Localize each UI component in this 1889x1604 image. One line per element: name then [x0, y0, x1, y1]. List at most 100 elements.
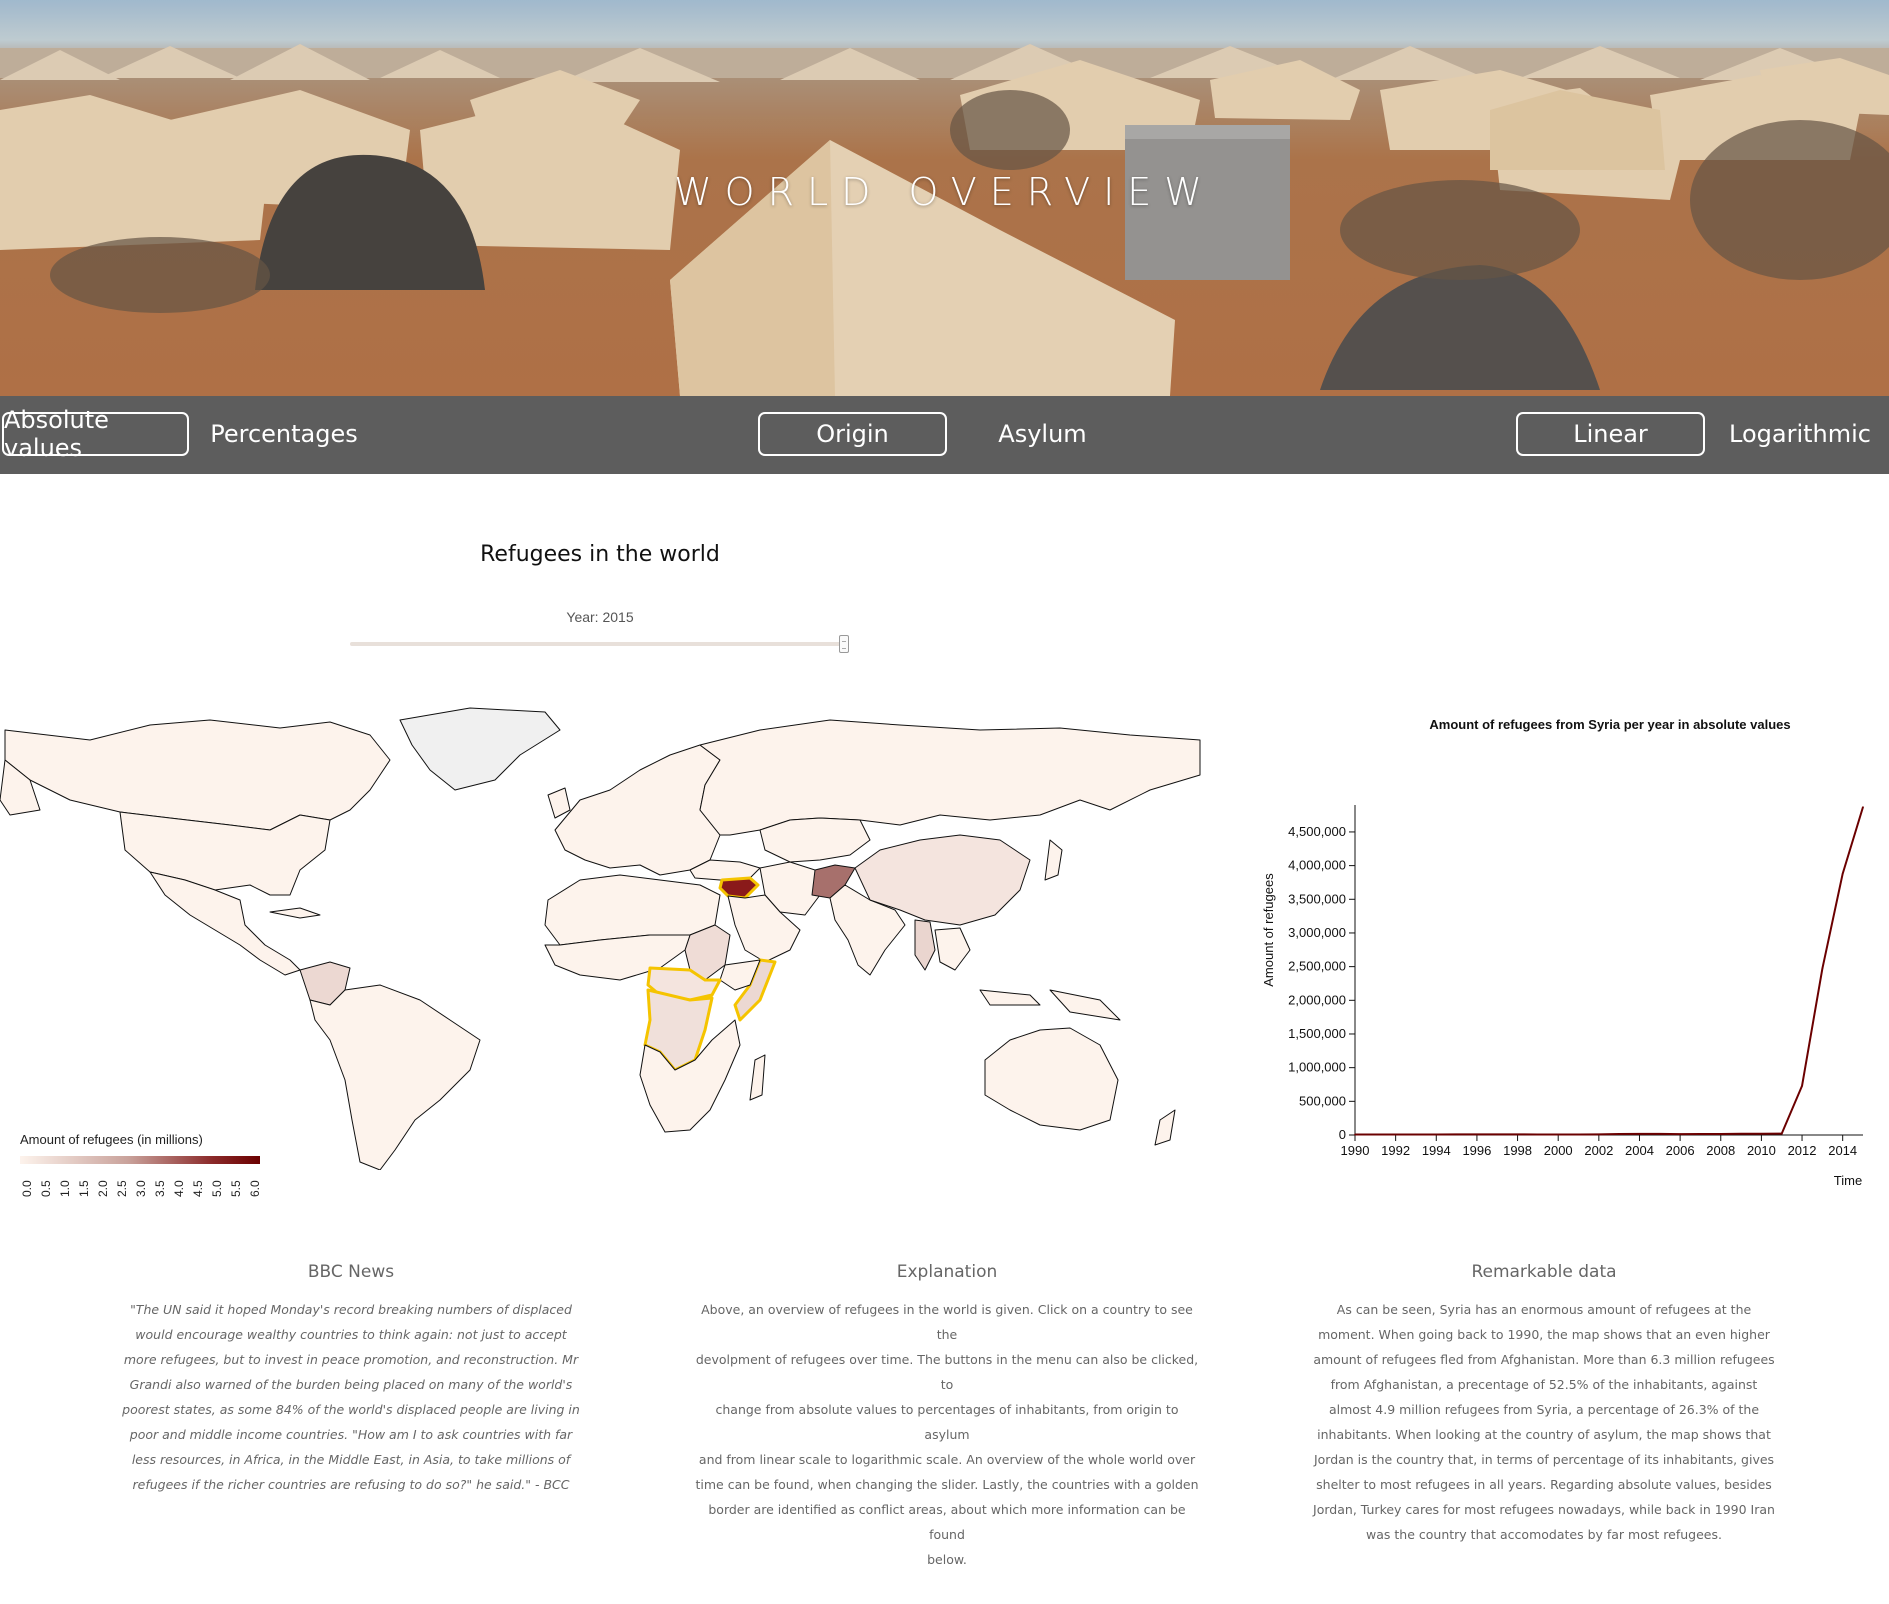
legend-tick: 2.0 [96, 1180, 110, 1197]
y-tick-label: 2,500,000 [1288, 959, 1346, 974]
world-map[interactable] [0, 700, 1210, 1170]
country-usa[interactable] [119, 811, 331, 896]
country-central-asia[interactable] [759, 817, 871, 863]
map-title: Refugees in the world [480, 542, 720, 567]
remarkable-line: amount of refugees fled from Afghanistan… [1313, 1352, 1775, 1367]
remarkable-line: almost 4.9 million refugees from Syria, … [1328, 1402, 1760, 1417]
legend-tick: 1.0 [58, 1180, 72, 1197]
x-tick-label: 2006 [1666, 1143, 1695, 1158]
explanation-line: change from absolute values to percentag… [715, 1402, 1179, 1442]
page-title: WORLD OVERVIEW [674, 170, 1215, 214]
series-point [1374, 1133, 1377, 1136]
legend-tick: 2.5 [115, 1180, 129, 1197]
y-tick-label: 3,500,000 [1288, 891, 1346, 906]
series-point [1598, 1133, 1600, 1136]
y-tick-label: 0 [1339, 1127, 1346, 1142]
remarkable-line: from Afghanistan, a precentage of 52.5% … [1330, 1377, 1758, 1392]
remarkable-line: inhabitants. When looking at the country… [1317, 1427, 1771, 1442]
explanation-heading: Explanation [896, 1262, 998, 1282]
remarkable-line: As can be seen, Syria has an enormous am… [1336, 1302, 1752, 1317]
legend-color-bar [20, 1156, 260, 1164]
country-russia[interactable] [699, 719, 1201, 836]
x-tick-label: 1996 [1462, 1143, 1491, 1158]
absolute-values-button[interactable]: Absolute values [2, 406, 189, 462]
series-point [1740, 1132, 1742, 1135]
x-tick-label: 1994 [1422, 1143, 1451, 1158]
y-tick-label: 4,000,000 [1288, 858, 1346, 873]
series-point [1760, 1132, 1763, 1135]
legend-tick: 5.0 [210, 1180, 224, 1197]
x-tick-label: 2000 [1544, 1143, 1573, 1158]
hero-banner: WORLD OVERVIEW [0, 0, 1889, 396]
origin-button[interactable]: Origin [758, 412, 947, 456]
asylum-button[interactable]: Asylum [975, 412, 1110, 456]
remarkable-line: moment. When going back to 1990, the map… [1318, 1327, 1770, 1342]
series-point [1496, 1133, 1499, 1136]
country-myanmar[interactable] [914, 919, 936, 971]
legend-tick: 0.0 [20, 1180, 34, 1197]
series-point [1557, 1133, 1559, 1136]
x-tick-label: 2014 [1828, 1143, 1857, 1158]
series-point [1435, 1133, 1438, 1136]
series-point [1679, 1133, 1681, 1135]
explanation-line: time can be found, when changing the sli… [695, 1477, 1199, 1492]
series-line-syria [1355, 806, 1864, 1136]
x-axis-label: Time [1834, 1173, 1862, 1188]
country-south-america[interactable] [309, 984, 481, 1170]
explanation-line: Above, an overview of refugees in the wo… [701, 1302, 1193, 1342]
country-syria[interactable] [718, 876, 760, 900]
chart-title: Amount of refugees from Syria per year i… [1429, 717, 1791, 732]
legend-tick: 5.5 [229, 1180, 243, 1197]
x-tick-label: 2012 [1788, 1143, 1817, 1158]
series-point [1780, 1132, 1783, 1135]
series-point [1719, 1133, 1722, 1135]
x-tick-label: 2008 [1706, 1143, 1735, 1158]
bbc-quote-line: refugees if the richer countries are ref… [132, 1477, 570, 1492]
syria-line-chart: 0 500,000 1,000,000 1,500,000 2,000,000 2,500… [1261, 805, 1864, 1188]
legend-title: Amount of refugees (in millions) [20, 1132, 203, 1147]
series-point [1841, 872, 1844, 875]
percentages-button[interactable]: Percentages [204, 412, 364, 456]
bbc-news-quote: "The UN said it hoped Monday's record br… [96, 1297, 606, 1497]
series-point [1638, 1133, 1641, 1135]
country-australia[interactable] [984, 1027, 1119, 1131]
y-tick-label: 1,500,000 [1288, 1026, 1346, 1041]
country-europe[interactable] [554, 744, 721, 876]
year-slider-handle[interactable] [839, 635, 849, 653]
series-point [1801, 1085, 1803, 1087]
y-tick-label: 3,000,000 [1288, 925, 1346, 940]
series-point [1659, 1133, 1661, 1135]
explanation-line: and from linear scale to logarithmic sca… [698, 1452, 1196, 1467]
explanation-line: below. [927, 1552, 967, 1567]
year-slider-track[interactable] [350, 642, 846, 646]
legend-tick: 4.0 [172, 1180, 186, 1197]
linear-button[interactable]: Linear [1516, 412, 1705, 456]
series-point [1618, 1133, 1620, 1135]
explanation-line: devolpment of refugees over time. The bu… [695, 1352, 1199, 1392]
bbc-quote-line: poorest states, as some 84% of the world… [122, 1402, 580, 1417]
remarkable-line: shelter to most refugees in all years. R… [1316, 1477, 1772, 1492]
series-point [1354, 1133, 1356, 1136]
logarithmic-button[interactable]: Logarithmic [1725, 412, 1875, 456]
x-tick-label: 2010 [1747, 1143, 1776, 1158]
explanation-text: Above, an overview of refugees in the wo… [692, 1297, 1202, 1572]
series-point [1476, 1133, 1478, 1136]
year-label: Year: 2015 [566, 609, 634, 625]
series-point [1577, 1133, 1580, 1136]
y-axis-label: Amount of refugees [1261, 873, 1276, 987]
x-tick-label: 2002 [1584, 1143, 1613, 1158]
bbc-news-heading: BBC News [307, 1262, 395, 1282]
country-greenland[interactable] [399, 707, 561, 791]
remarkable-line: Jordan, Turkey cares for most refugees n… [1313, 1502, 1775, 1517]
country-canada[interactable] [4, 719, 391, 831]
y-tick-label: 4,500,000 [1288, 824, 1346, 839]
bbc-quote-line: poor and middle income countries. "How a… [129, 1427, 573, 1442]
remarkable-line: was the country that accomodates by far … [1366, 1527, 1722, 1542]
series-point [1699, 1133, 1702, 1135]
series-point [1537, 1133, 1539, 1136]
series-point [1415, 1133, 1417, 1136]
series-point [1516, 1133, 1519, 1136]
bbc-quote-line: less resources, in Africa, in the Middle… [131, 1452, 571, 1467]
explanation-line: border are identified as conflict areas,… [708, 1502, 1186, 1542]
x-tick-label: 1998 [1503, 1143, 1532, 1158]
